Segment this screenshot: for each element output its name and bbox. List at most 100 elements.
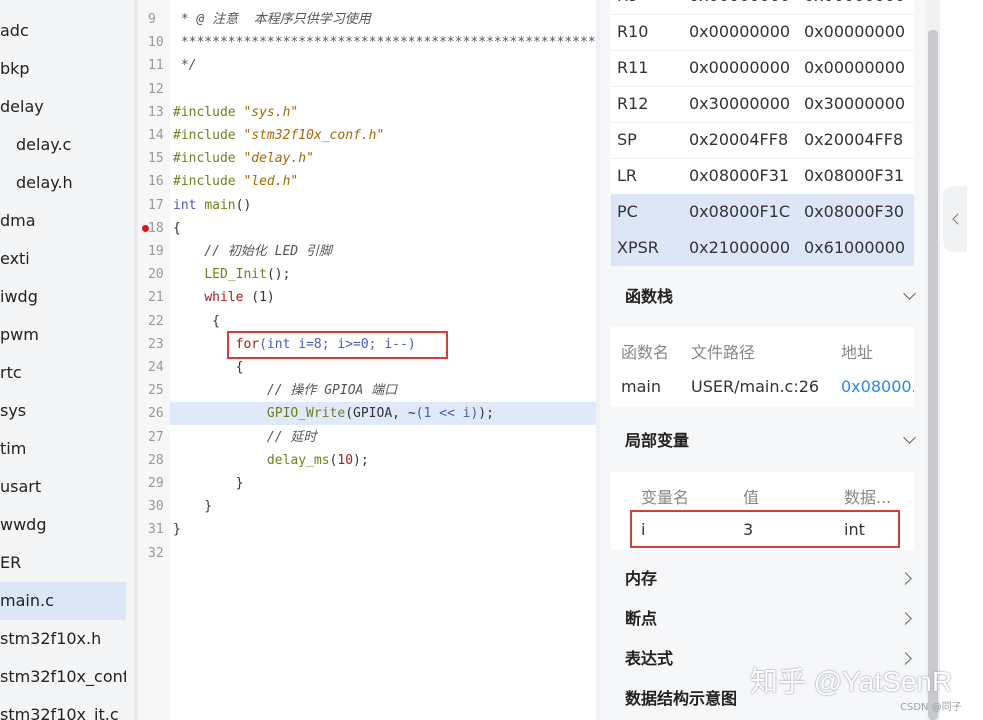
register-row[interactable]: R10 0x00000000 0x00000000	[611, 14, 914, 51]
tree-item[interactable]: delay.c	[0, 126, 134, 164]
tree-item[interactable]: pwm	[0, 316, 126, 354]
call-stack-table: 函数名 文件路径 地址 main USER/main.c:26 0x08000.…	[611, 327, 914, 407]
section-locals-header[interactable]: 局部变量	[611, 422, 916, 460]
code-token: while	[204, 290, 244, 306]
line-number: 26	[148, 406, 164, 422]
code-line[interactable]: 26 GPIO_Write(GPIOA, ~(1 << i));	[148, 402, 596, 426]
tree-item[interactable]: wwdg	[0, 506, 126, 544]
code-line[interactable]: 11 */	[138, 54, 596, 77]
section-locals-title: 局部变量	[625, 431, 690, 450]
local-var-type: int	[844, 520, 865, 539]
code-line[interactable]: 15 #include "delay.h"	[138, 147, 596, 170]
register-row[interactable]: SP 0x20004FF8 0x20004FF8	[611, 122, 914, 159]
tree-item[interactable]: sys	[0, 392, 126, 430]
tree-item[interactable]: stm32f10x.h	[0, 620, 126, 658]
register-value: 0x08000F31	[689, 166, 790, 185]
code-token: #include	[173, 128, 244, 143]
code-line[interactable]: 19 // 初始化 LED 引脚	[138, 240, 596, 263]
tree-item[interactable]: exti	[0, 240, 126, 278]
tree-item[interactable]: bkp	[0, 50, 126, 88]
register-value: 0x00000000	[804, 22, 906, 41]
line-number: 31	[148, 522, 164, 538]
code-line[interactable]: 20 LED_Init();	[138, 263, 596, 286]
local-var-name: i	[641, 520, 646, 539]
code-token: (int i=8; i>=0; i--)	[259, 336, 416, 352]
register-row[interactable]: PC 0x08000F1C 0x08000F30	[611, 194, 914, 230]
tree-item[interactable]: rtc	[0, 354, 126, 392]
line-number: 24	[148, 360, 164, 375]
tree-item[interactable]: usart	[0, 468, 126, 506]
code-line[interactable]: 23 for(int i=8; i>=0; i--)	[138, 333, 596, 356]
tree-item[interactable]: iwdg	[0, 278, 126, 316]
code-line[interactable]: 14 #include "stm32f10x_conf.h"	[138, 124, 596, 147]
code-line[interactable]: 13 #include "sys.h"	[138, 101, 596, 124]
code-token: // 初始化 LED 引脚	[173, 244, 332, 259]
call-stack-addr-link[interactable]: 0x08000...	[841, 377, 914, 396]
tree-item[interactable]: delay.h	[0, 164, 134, 202]
tree-item[interactable]: tim	[0, 430, 126, 468]
code-line[interactable]: 9 * @ 注意 本程序只供学习使用	[138, 8, 596, 31]
code-line[interactable]: 17 int main()	[138, 194, 596, 217]
code-token: "delay.h"	[243, 151, 314, 167]
code-token: // 操作 GPIOA 端口	[173, 383, 398, 399]
line-number: 20	[148, 267, 164, 283]
code-line[interactable]: 29 }	[138, 472, 596, 495]
code-line[interactable]: 10 *************************************…	[138, 31, 596, 54]
code-line[interactable]: 32	[138, 542, 596, 565]
register-row[interactable]: LR 0x08000F31 0x08000F31	[611, 158, 914, 195]
code-token: "led.h"	[243, 174, 299, 190]
code-token: int	[173, 197, 205, 213]
tree-item[interactable]: dma	[0, 202, 126, 240]
register-row[interactable]: R9 0x00000000 0x00000000	[611, 0, 914, 15]
section-header[interactable]: 断点	[611, 600, 914, 638]
code-line[interactable]: 24 {	[138, 356, 596, 379]
line-number: 18	[148, 220, 164, 236]
code-line[interactable]: 25 // 操作 GPIOA 端口	[138, 379, 596, 402]
code-line[interactable]: 31}	[138, 518, 596, 541]
section-call-stack-title: 函数栈	[625, 287, 674, 306]
code-line[interactable]: 18 {	[138, 217, 596, 240]
register-value: 0x30000000	[689, 94, 791, 113]
code-token: #include	[173, 104, 244, 120]
code-line[interactable]: 12	[138, 78, 596, 101]
tree-item[interactable]: delay	[0, 88, 126, 126]
section-call-stack-header[interactable]: 函数栈	[611, 278, 916, 316]
chevron-right-icon	[899, 572, 912, 585]
code-line[interactable]: 21 while (1)	[138, 286, 596, 309]
collapse-panel-button[interactable]	[943, 186, 967, 252]
tree-item[interactable]: main.c	[0, 582, 126, 620]
tree-item[interactable]: stm32f10x_it.c	[0, 696, 126, 720]
section-header[interactable]: 内存	[611, 560, 914, 598]
code-line[interactable]: 22 {	[138, 310, 596, 333]
register-row[interactable]: R12 0x30000000 0x30000000	[611, 86, 914, 123]
code-token: // 延时	[173, 429, 317, 445]
line-number: 23	[148, 336, 164, 352]
code-text: }	[173, 518, 181, 541]
tree-item[interactable]: adc	[0, 12, 126, 50]
line-number: 32	[148, 545, 164, 561]
code-line[interactable]: 30 }	[138, 495, 596, 518]
code-token: ()	[235, 197, 252, 213]
locals-row[interactable]: i 3 int	[611, 512, 914, 548]
code-token: ();	[266, 267, 291, 283]
tree-item[interactable]: ER	[0, 544, 126, 582]
code-text: #include "sys.h"	[173, 101, 298, 124]
call-stack-row[interactable]: main USER/main.c:26 0x08000...	[611, 369, 914, 405]
code-token: );	[478, 406, 494, 422]
code-text: // 操作 GPIOA 端口	[173, 379, 397, 402]
register-row[interactable]: XPSR 0x21000000 0x61000000	[611, 230, 914, 266]
code-line[interactable]: 16 #include "led.h"	[138, 170, 596, 193]
panel-scrollbar-thumb[interactable]	[928, 30, 938, 720]
register-value: 0x00000000	[689, 22, 791, 41]
code-token: (GPIOA, ~	[345, 406, 416, 422]
code-line[interactable]: 28 delay_ms(10);	[138, 449, 596, 472]
code-line[interactable]: 27 // 延时	[138, 426, 596, 449]
tree-item[interactable]: stm32f10x_conf.h	[0, 658, 126, 696]
code-editor[interactable]: 9 * @ 注意 本程序只供学习使用 10 *******************…	[138, 0, 596, 720]
code-token: #include	[173, 151, 244, 167]
line-number: 30	[148, 499, 164, 515]
code-text: {	[173, 217, 181, 240]
register-row[interactable]: R11 0x00000000 0x00000000	[611, 50, 914, 87]
